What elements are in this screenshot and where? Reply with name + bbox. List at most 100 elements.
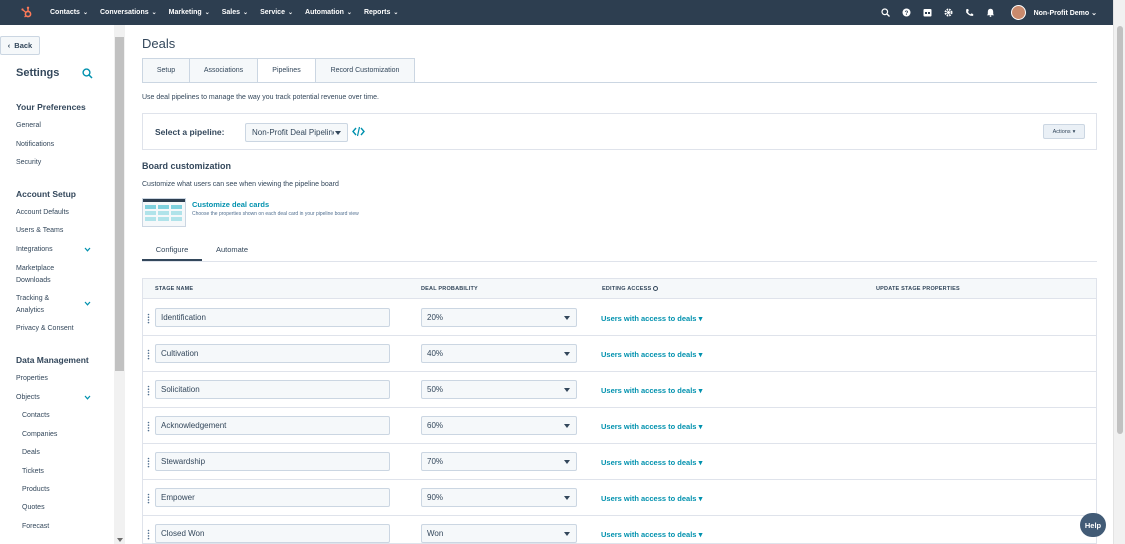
nav-automation[interactable]: Automation ⌄ bbox=[305, 9, 352, 16]
sidebar-item-account-defaults[interactable]: Account Defaults bbox=[16, 207, 69, 219]
sidebar-item-marketplace[interactable]: Marketplace bbox=[16, 263, 54, 275]
stage-name-input[interactable]: Closed Won bbox=[155, 524, 390, 543]
avatar[interactable] bbox=[1010, 5, 1026, 20]
tab-associations[interactable]: Associations bbox=[189, 58, 258, 83]
account-menu[interactable]: Non-Profit Demo ⌄ bbox=[1034, 9, 1097, 17]
deal-probability-select[interactable]: 60% bbox=[421, 416, 577, 435]
nav-conversations[interactable]: Conversations ⌄ bbox=[100, 9, 157, 16]
sidebar-item-companies[interactable]: Companies bbox=[22, 429, 57, 441]
tab-automate[interactable]: Automate bbox=[202, 240, 262, 262]
nav-service[interactable]: Service ⌄ bbox=[260, 9, 293, 16]
help-button[interactable]: Help bbox=[1080, 513, 1106, 537]
sidebar-item-users-teams[interactable]: Users & Teams bbox=[16, 225, 63, 237]
sidebar-item-products[interactable]: Products bbox=[22, 484, 50, 496]
tab-setup[interactable]: Setup bbox=[142, 58, 190, 83]
help-icon[interactable]: ? bbox=[902, 8, 912, 18]
settings-title: Settings bbox=[16, 67, 60, 79]
caret-down-icon: ▾ bbox=[698, 458, 703, 467]
chevron-down-icon: ⌄ bbox=[82, 10, 88, 16]
editing-access-dropdown[interactable]: Users with access to deals ▾ bbox=[601, 386, 702, 395]
sidebar-item-privacy-consent[interactable]: Privacy & Consent bbox=[16, 323, 74, 335]
sidebar-item-quotes[interactable]: Quotes bbox=[22, 502, 45, 514]
gear-icon[interactable] bbox=[944, 8, 954, 18]
editing-access-dropdown[interactable]: Users with access to deals ▾ bbox=[601, 530, 702, 539]
stage-name-input[interactable]: Empower bbox=[155, 488, 390, 507]
caret-down-icon: ▾ bbox=[698, 530, 703, 539]
deal-probability-select[interactable]: Won bbox=[421, 524, 577, 543]
deal-probability-select[interactable]: 50% bbox=[421, 380, 577, 399]
page-title: Deals bbox=[142, 36, 176, 51]
scroll-down-arrow-icon[interactable] bbox=[117, 538, 123, 542]
sidebar-item-tickets[interactable]: Tickets bbox=[22, 466, 44, 478]
sidebar-scrollbar[interactable] bbox=[114, 25, 125, 544]
sidebar-item-contacts[interactable]: Contacts bbox=[22, 410, 50, 422]
deal-probability-select[interactable]: 90% bbox=[421, 488, 577, 507]
sidebar-item-objects[interactable]: Objects bbox=[16, 392, 40, 404]
chevron-down-icon[interactable] bbox=[84, 394, 91, 401]
deal-probability-select[interactable]: 20% bbox=[421, 308, 577, 327]
sidebar-item-tracking[interactable]: Tracking & bbox=[16, 293, 49, 305]
search-icon[interactable] bbox=[82, 68, 94, 80]
deal-probability-value: 40% bbox=[427, 349, 444, 358]
hubspot-logo-icon[interactable] bbox=[14, 0, 38, 25]
editing-access-dropdown[interactable]: Users with access to deals ▾ bbox=[601, 494, 702, 503]
drag-handle-icon[interactable] bbox=[147, 529, 150, 540]
customize-deal-cards-link[interactable]: Customize deal cards bbox=[192, 200, 269, 209]
nav-sales[interactable]: Sales ⌄ bbox=[222, 9, 248, 16]
chevron-down-icon: ⌄ bbox=[204, 10, 210, 16]
stage-name-input[interactable]: Solicitation bbox=[155, 380, 390, 399]
search-icon[interactable] bbox=[881, 8, 891, 18]
chevron-down-icon: ⌄ bbox=[287, 10, 294, 16]
drag-handle-icon[interactable] bbox=[147, 349, 150, 360]
actions-button[interactable]: Actions ▾ bbox=[1043, 124, 1085, 139]
sidebar-scrollbar-thumb[interactable] bbox=[115, 37, 124, 371]
chevron-down-icon[interactable] bbox=[84, 300, 91, 307]
nav-right-tools: ? Non-Profit Demo ⌄ bbox=[881, 0, 1113, 25]
tab-pipelines[interactable]: Pipelines bbox=[257, 58, 316, 83]
sidebar-item-security[interactable]: Security bbox=[16, 157, 41, 169]
deal-probability-value: 50% bbox=[427, 385, 444, 394]
window-scrollbar-thumb[interactable] bbox=[1117, 26, 1123, 434]
editing-access-dropdown[interactable]: Users with access to deals ▾ bbox=[601, 458, 702, 467]
sidebar-item-downloads[interactable]: Downloads bbox=[16, 275, 51, 287]
stage-name-input[interactable]: Stewardship bbox=[155, 452, 390, 471]
sidebar-item-notifications[interactable]: Notifications bbox=[16, 139, 54, 151]
sidebar-item-properties[interactable]: Properties bbox=[16, 373, 48, 385]
stage-name-input[interactable]: Acknowledgement bbox=[155, 416, 390, 435]
tab-record-customization[interactable]: Record Customization bbox=[315, 58, 415, 83]
sidebar-item-integrations[interactable]: Integrations bbox=[16, 244, 53, 256]
back-button[interactable]: ‹ Back bbox=[0, 36, 40, 55]
chevron-down-icon: ⌄ bbox=[393, 10, 399, 16]
window-scrollbar[interactable] bbox=[1113, 0, 1125, 544]
code-embed-icon[interactable] bbox=[352, 126, 365, 137]
pipeline-select[interactable]: Non-Profit Deal Pipeline bbox=[245, 123, 348, 142]
drag-handle-icon[interactable] bbox=[147, 313, 150, 324]
stage-name-input[interactable]: Identification bbox=[155, 308, 390, 327]
sidebar-item-forecast[interactable]: Forecast bbox=[22, 521, 49, 533]
editing-access-label: EDITING ACCESS bbox=[602, 286, 652, 292]
phone-icon[interactable] bbox=[965, 8, 975, 18]
marketplace-icon[interactable] bbox=[923, 8, 933, 18]
deal-probability-select[interactable]: 70% bbox=[421, 452, 577, 471]
drag-handle-icon[interactable] bbox=[147, 457, 150, 468]
stage-name-input[interactable]: Cultivation bbox=[155, 344, 390, 363]
nav-contacts[interactable]: Contacts ⌄ bbox=[50, 9, 88, 16]
drag-handle-icon[interactable] bbox=[147, 385, 150, 396]
deal-probability-select[interactable]: 40% bbox=[421, 344, 577, 363]
nav-reports[interactable]: Reports ⌄ bbox=[364, 9, 398, 16]
info-icon[interactable] bbox=[653, 286, 659, 292]
sidebar-item-analytics[interactable]: Analytics bbox=[16, 305, 44, 317]
tab-configure[interactable]: Configure bbox=[142, 240, 202, 262]
editing-access-dropdown[interactable]: Users with access to deals ▾ bbox=[601, 314, 702, 323]
sidebar-item-general[interactable]: General bbox=[16, 120, 41, 132]
chevron-down-icon[interactable] bbox=[84, 246, 91, 253]
editing-access-dropdown[interactable]: Users with access to deals ▾ bbox=[601, 422, 702, 431]
nav-marketing[interactable]: Marketing ⌄ bbox=[169, 9, 210, 16]
drag-handle-icon[interactable] bbox=[147, 493, 150, 504]
drag-handle-icon[interactable] bbox=[147, 421, 150, 432]
editing-access-value: Users with access to deals bbox=[601, 386, 697, 395]
editing-access-dropdown[interactable]: Users with access to deals ▾ bbox=[601, 350, 702, 359]
bell-icon[interactable] bbox=[986, 8, 996, 18]
stages-table: STAGE NAME DEAL PROBABILITY EDITING ACCE… bbox=[142, 278, 1097, 544]
sidebar-item-deals[interactable]: Deals bbox=[22, 447, 40, 459]
